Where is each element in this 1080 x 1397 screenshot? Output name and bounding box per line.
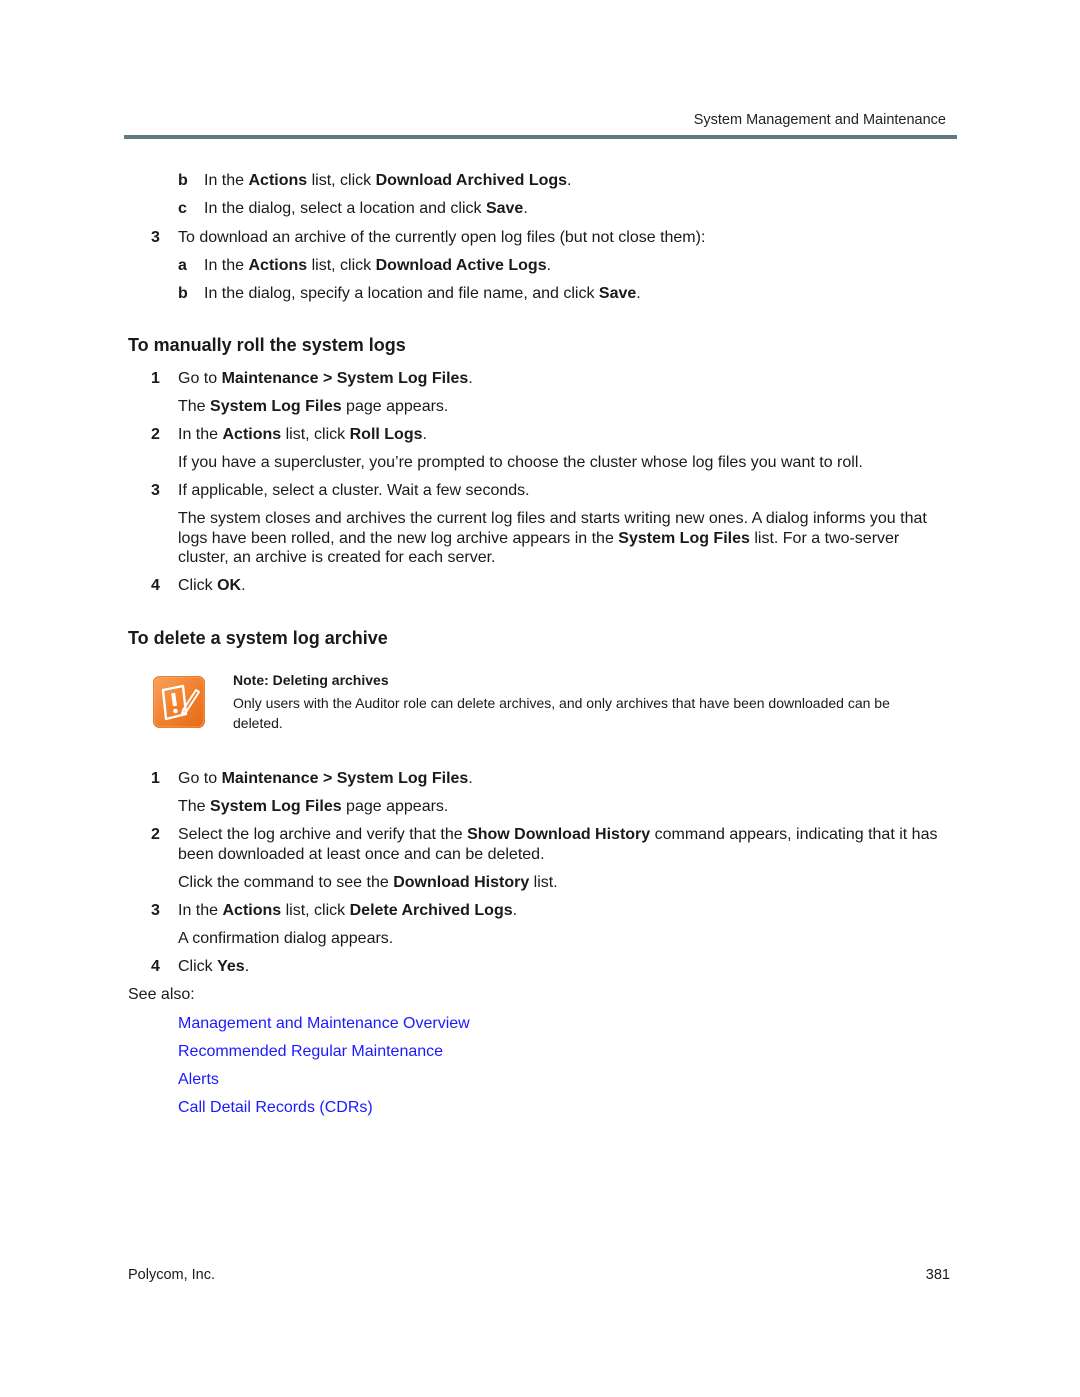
delete-step-2-result: Click the command to see the Download Hi…	[178, 874, 558, 891]
see-also-label: See also:	[128, 986, 195, 1003]
step-marker: 3	[151, 482, 160, 499]
step-b-download-archived: b In the Actions list, click Download Ar…	[178, 171, 571, 191]
step-text: Select the log archive and verify that t…	[178, 826, 938, 863]
link-recommended-maintenance[interactable]: Recommended Regular Maintenance	[178, 1043, 443, 1061]
link-management-overview[interactable]: Management and Maintenance Overview	[178, 1015, 470, 1033]
step-text: In the dialog, specify a location and fi…	[204, 285, 641, 302]
step-marker: 3	[151, 229, 160, 246]
step-marker: 2	[151, 826, 160, 843]
step-marker: b	[178, 172, 188, 189]
delete-step-4: 4 Click Yes.	[151, 957, 249, 977]
step-text: Go to Maintenance > System Log Files.	[178, 370, 473, 387]
note-pencil-exclamation-icon	[153, 676, 205, 728]
step-marker: 4	[151, 958, 160, 975]
step-text: Click Yes.	[178, 958, 250, 975]
roll-step-2-result: If you have a supercluster, you’re promp…	[178, 454, 863, 471]
step-text: If applicable, select a cluster. Wait a …	[178, 482, 530, 499]
note-body: Only users with the Auditor role can del…	[233, 695, 890, 731]
roll-step-2: 2 In the Actions list, click Roll Logs.	[151, 425, 427, 445]
running-header: System Management and Maintenance	[693, 112, 946, 128]
link-cdrs[interactable]: Call Detail Records (CDRs)	[178, 1099, 373, 1117]
step-marker: c	[178, 200, 187, 217]
step-3-download-active: 3 To download an archive of the currentl…	[151, 228, 705, 248]
step-c-select-location: c In the dialog, select a location and c…	[178, 199, 528, 219]
step-text: Go to Maintenance > System Log Files.	[178, 770, 473, 787]
step-text: To download an archive of the currently …	[178, 229, 706, 246]
delete-step-2: 2 Select the log archive and verify that…	[151, 825, 948, 864]
step-marker: 4	[151, 577, 160, 594]
roll-step-1: 1 Go to Maintenance > System Log Files.	[151, 369, 473, 389]
roll-step-1-result: The System Log Files page appears.	[178, 398, 449, 415]
footer-company: Polycom, Inc.	[128, 1267, 216, 1283]
step-marker: b	[178, 285, 188, 302]
page-number: 381	[925, 1267, 950, 1283]
step-text: In the Actions list, click Download Arch…	[204, 172, 572, 189]
header-rule	[124, 135, 957, 139]
step-text: In the Actions list, click Download Acti…	[204, 257, 552, 274]
step-text: Click OK.	[178, 577, 246, 594]
roll-step-4: 4 Click OK.	[151, 576, 246, 596]
delete-step-1-result: The System Log Files page appears.	[178, 798, 449, 815]
roll-step-3: 3 If applicable, select a cluster. Wait …	[151, 481, 530, 501]
step-marker: 1	[151, 370, 160, 387]
delete-step-3: 3 In the Actions list, click Delete Arch…	[151, 901, 517, 921]
step-a-download-active-logs: a In the Actions list, click Download Ac…	[178, 256, 551, 276]
step-marker: 2	[151, 426, 160, 443]
step-marker: 3	[151, 902, 160, 919]
step-text: In the Actions list, click Roll Logs.	[178, 426, 427, 443]
link-alerts[interactable]: Alerts	[178, 1071, 219, 1089]
step-b-specify-location: b In the dialog, specify a location and …	[178, 284, 641, 304]
note-title: Note: Deleting archives	[233, 672, 389, 688]
step-marker: 1	[151, 770, 160, 787]
roll-step-3-result: The system closes and archives the curre…	[178, 510, 927, 566]
delete-step-3-result: A confirmation dialog appears.	[178, 930, 394, 947]
section-heading-delete-archive: To delete a system log archive	[128, 628, 388, 648]
step-text: In the dialog, select a location and cli…	[204, 200, 528, 217]
section-heading-roll-logs: To manually roll the system logs	[128, 335, 406, 355]
step-marker: a	[178, 257, 187, 274]
delete-step-1: 1 Go to Maintenance > System Log Files.	[151, 769, 473, 789]
step-text: In the Actions list, click Delete Archiv…	[178, 902, 518, 919]
